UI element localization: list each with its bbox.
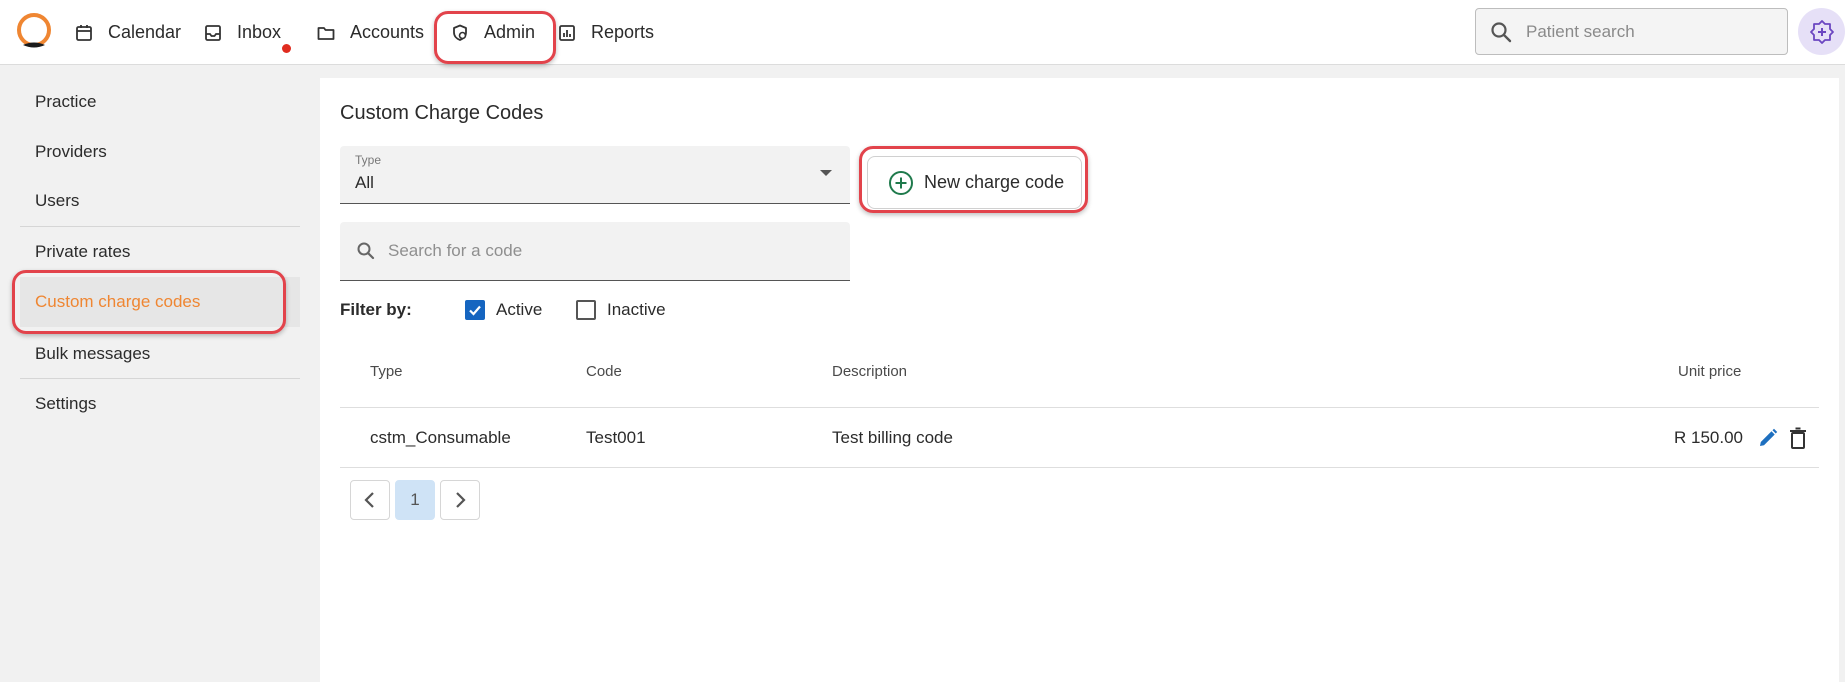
column-header-unit-price[interactable]: Unit price	[1678, 363, 1741, 380]
page-number-button[interactable]: 1	[395, 480, 435, 520]
admin-shield-icon	[453, 24, 467, 41]
sidebar-item-label: Settings	[35, 394, 97, 413]
column-header-code[interactable]: Code	[586, 363, 622, 380]
dropdown-arrow-icon	[820, 170, 832, 176]
code-search-field[interactable]	[340, 222, 850, 281]
sidebar-item-private-rates[interactable]: Private rates	[20, 227, 300, 277]
nav-admin[interactable]: Admin	[450, 0, 535, 65]
sidebar-item-settings[interactable]: Settings	[20, 379, 300, 429]
nav-accounts-label: Accounts	[350, 22, 425, 42]
nav-calendar[interactable]: Calendar	[74, 0, 181, 65]
inactive-filter-label: Inactive	[607, 300, 666, 319]
next-page-button[interactable]	[440, 480, 480, 520]
sidebar-item-providers[interactable]: Providers	[20, 127, 300, 177]
new-charge-code-button[interactable]: New charge code	[867, 156, 1082, 209]
trash-icon	[1790, 427, 1806, 449]
row-description-cell: Test billing code	[832, 428, 953, 447]
new-charge-code-label: New charge code	[924, 172, 1065, 192]
active-filter-checkbox[interactable]: Active	[465, 300, 542, 320]
row-code-cell: Test001	[586, 428, 646, 447]
checkbox-checked-icon	[465, 300, 485, 320]
top-navigation-bar: Calendar Inbox Accounts Admin Reports	[0, 0, 1845, 65]
nav-reports[interactable]: Reports	[557, 0, 654, 65]
add-circle-icon	[889, 170, 913, 195]
table-row-divider	[340, 467, 1819, 468]
sidebar-item-label: Providers	[35, 142, 107, 161]
type-select-value: All	[355, 173, 374, 192]
inbox-icon	[205, 24, 221, 41]
nav-inbox[interactable]: Inbox	[203, 0, 292, 65]
page-title: Custom Charge Codes	[340, 102, 544, 124]
main-content-panel: Custom Charge Codes Type All New charge …	[320, 78, 1839, 682]
nav-admin-label: Admin	[484, 22, 536, 42]
nav-accounts[interactable]: Accounts	[316, 0, 424, 65]
nav-inbox-label: Inbox	[237, 22, 282, 42]
user-avatar[interactable]	[1798, 8, 1845, 55]
logo-icon	[17, 13, 51, 48]
sidebar-item-label: Custom charge codes	[35, 292, 201, 311]
type-select-label: Type	[355, 153, 382, 167]
patient-search-box[interactable]	[1475, 8, 1788, 55]
search-icon	[357, 242, 375, 260]
inactive-filter-checkbox[interactable]: Inactive	[576, 300, 666, 320]
folder-icon	[317, 26, 335, 40]
admin-sidebar: Practice Providers Users Private rates C…	[0, 66, 300, 682]
nav-reports-label: Reports	[591, 22, 655, 42]
sidebar-item-label: Practice	[35, 92, 97, 111]
type-select[interactable]: Type All	[340, 146, 850, 204]
reports-chart-icon	[559, 24, 575, 41]
sidebar-item-bulk-messages[interactable]: Bulk messages	[20, 329, 300, 379]
column-header-description[interactable]: Description	[832, 363, 907, 380]
row-type-cell: cstm_Consumable	[370, 428, 511, 447]
patient-search-input[interactable]	[1526, 21, 1766, 42]
edit-button[interactable]	[1755, 425, 1781, 451]
chevron-right-icon	[456, 492, 466, 508]
nav-calendar-label: Calendar	[108, 22, 182, 42]
chevron-left-icon	[364, 492, 374, 508]
column-header-type[interactable]: Type	[370, 363, 403, 380]
previous-page-button[interactable]	[350, 480, 390, 520]
sidebar-item-practice[interactable]: Practice	[20, 77, 300, 127]
delete-button[interactable]	[1785, 425, 1811, 451]
sidebar-item-label: Users	[35, 191, 80, 210]
row-unit-price-cell: R 150.00	[1674, 428, 1743, 447]
search-icon	[1491, 21, 1512, 42]
sidebar-item-label: Bulk messages	[35, 344, 151, 363]
sidebar-item-label: Private rates	[35, 242, 131, 261]
code-search-input[interactable]	[388, 241, 828, 261]
medical-badge-icon	[1809, 19, 1834, 44]
calendar-icon	[76, 24, 92, 41]
pencil-icon	[1760, 428, 1778, 446]
table-header-divider	[340, 407, 1819, 408]
filter-by-label: Filter by:	[340, 300, 412, 319]
checkbox-unchecked-icon	[576, 300, 596, 320]
sidebar-item-custom-charge-codes[interactable]: Custom charge codes	[20, 277, 300, 327]
sidebar-item-users[interactable]: Users	[20, 176, 300, 226]
app-logo[interactable]	[14, 12, 54, 52]
unread-indicator-dot	[282, 44, 292, 53]
active-filter-label: Active	[496, 300, 543, 319]
